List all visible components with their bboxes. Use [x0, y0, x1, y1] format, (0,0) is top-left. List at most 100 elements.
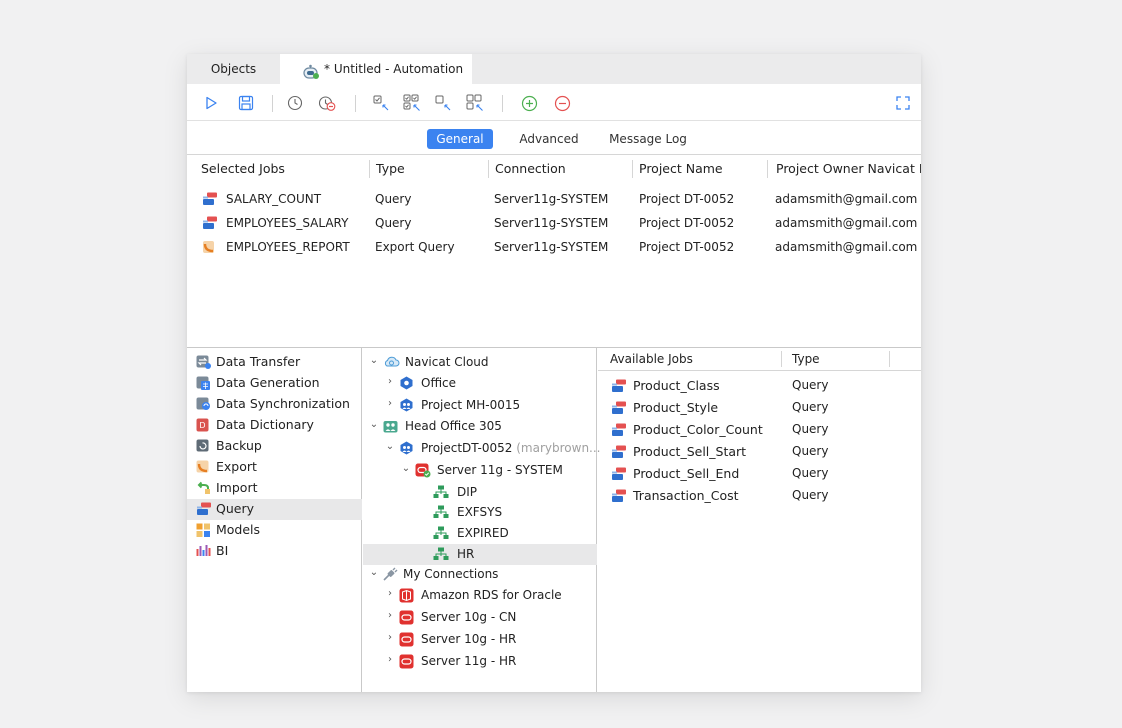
tree-node-schema-dip[interactable]: DIP: [363, 482, 597, 503]
col-project-owner[interactable]: Project Owner Navicat ID: [776, 161, 921, 176]
chevron-down-icon[interactable]: ⌄: [369, 419, 379, 433]
tab-automation-label: * Untitled - Automation: [324, 62, 464, 76]
tree-node-server11g-system[interactable]: ⌄ Server 11g - SYSTEM: [363, 460, 597, 481]
job-type: Query: [375, 192, 412, 206]
chevron-right-icon[interactable]: ›: [385, 588, 395, 602]
delete-schedule-icon[interactable]: [317, 93, 337, 113]
select-all-jobs-icon[interactable]: [402, 93, 422, 113]
category-query[interactable]: Query: [187, 499, 362, 520]
column-divider[interactable]: [632, 160, 633, 178]
column-divider[interactable]: [767, 160, 768, 178]
tree-label: HR: [457, 547, 475, 561]
chevron-right-icon[interactable]: ›: [385, 398, 395, 412]
job-type: Query: [792, 378, 829, 392]
tree-node-office[interactable]: › Office: [363, 373, 597, 394]
list-item[interactable]: Transaction_Cost Query: [598, 485, 921, 507]
list-item[interactable]: Product_Sell_Start Query: [598, 441, 921, 463]
tree-label: Server 10g - HR: [421, 632, 517, 646]
tree-node-navicat-cloud[interactable]: ⌄ Navicat Cloud: [363, 352, 597, 373]
category-data-generation[interactable]: Data Generation: [187, 373, 362, 394]
column-divider[interactable]: [488, 160, 489, 178]
select-job-icon[interactable]: [371, 93, 391, 113]
table-row[interactable]: SALARY_COUNT Query Server11g-SYSTEM Proj…: [187, 188, 921, 212]
col-available-jobs[interactable]: Available Jobs: [610, 348, 693, 370]
chevron-right-icon[interactable]: ›: [385, 610, 395, 624]
job-name: Product_Style: [633, 400, 719, 415]
schema-icon: [433, 505, 449, 522]
tree-node-schema-exfsys[interactable]: EXFSYS: [363, 502, 597, 523]
column-divider[interactable]: [889, 351, 890, 367]
list-item[interactable]: Product_Class Query: [598, 375, 921, 397]
col-connection[interactable]: Connection: [495, 161, 566, 176]
list-item[interactable]: Product_Style Query: [598, 397, 921, 419]
save-icon[interactable]: [236, 93, 256, 113]
chevron-down-icon[interactable]: ⌄: [385, 441, 395, 455]
project-name: ProjectDT-0052: [421, 441, 513, 455]
run-icon[interactable]: [201, 93, 221, 113]
tree-label: My Connections: [403, 567, 499, 581]
category-label: Query: [216, 501, 254, 516]
tree-node-head-office[interactable]: ⌄ Head Office 305: [363, 416, 597, 437]
fullscreen-icon[interactable]: [893, 93, 913, 113]
table-row[interactable]: EMPLOYEES_SALARY Query Server11g-SYSTEM …: [187, 212, 921, 236]
deselect-job-icon[interactable]: [433, 93, 453, 113]
col-type[interactable]: Type: [376, 161, 405, 176]
chevron-down-icon[interactable]: ⌄: [401, 463, 411, 477]
tree-label: Server 10g - CN: [421, 610, 517, 624]
job-type: Export Query: [375, 240, 455, 254]
tree-label: EXPIRED: [457, 526, 509, 540]
column-divider[interactable]: [369, 160, 370, 178]
chevron-down-icon[interactable]: ⌄: [369, 355, 379, 369]
category-data-dictionary[interactable]: D Data Dictionary: [187, 415, 362, 436]
schema-icon: [433, 485, 449, 502]
plug-icon: [383, 567, 399, 584]
category-export[interactable]: Export: [187, 457, 362, 478]
chevron-down-icon[interactable]: ⌄: [369, 567, 379, 581]
col-selected-jobs[interactable]: Selected Jobs: [201, 161, 285, 176]
job-type: Query: [375, 216, 412, 230]
category-data-synchronization[interactable]: Data Synchronization: [187, 394, 362, 415]
category-data-transfer[interactable]: Data Transfer: [187, 352, 362, 373]
job-name: Transaction_Cost: [633, 488, 739, 503]
add-icon[interactable]: [519, 93, 539, 113]
column-divider[interactable]: [781, 351, 782, 367]
tree-label: Server 11g - SYSTEM: [437, 463, 563, 477]
tree-node-server11g-hr[interactable]: › Server 11g - HR: [363, 651, 597, 672]
tree-node-my-connections[interactable]: ⌄ My Connections: [363, 564, 597, 585]
bi-icon: [196, 544, 211, 561]
schedule-icon[interactable]: [285, 93, 305, 113]
tree-node-project-dt[interactable]: ⌄ ProjectDT-0052 (marybrown...: [363, 438, 601, 459]
table-row[interactable]: EMPLOYEES_REPORT Export Query Server11g-…: [187, 236, 921, 260]
col-project-name[interactable]: Project Name: [639, 161, 723, 176]
category-backup[interactable]: Backup: [187, 436, 362, 457]
tree-node-schema-expired[interactable]: EXPIRED: [363, 523, 597, 544]
selected-jobs-header: Selected Jobs Type Connection Project Na…: [187, 156, 921, 181]
job-project: Project DT-0052: [639, 192, 735, 206]
tree-node-schema-hr[interactable]: HR: [363, 544, 597, 565]
chevron-right-icon[interactable]: ›: [385, 654, 395, 668]
list-item[interactable]: Product_Sell_End Query: [598, 463, 921, 485]
chevron-right-icon[interactable]: ›: [385, 632, 395, 646]
tab-objects[interactable]: Objects: [187, 54, 280, 84]
tree-node-amazon-rds[interactable]: › Amazon RDS for Oracle: [363, 585, 597, 606]
header-divider: [598, 370, 921, 371]
job-type: Query: [792, 400, 829, 414]
chevron-right-icon[interactable]: ›: [385, 376, 395, 390]
tree-node-server10g-hr[interactable]: › Server 10g - HR: [363, 629, 597, 650]
subtab-general[interactable]: General: [427, 129, 493, 149]
subtab-advanced[interactable]: Advanced: [514, 129, 584, 149]
tab-automation[interactable]: * Untitled - Automation: [280, 54, 472, 84]
col-job-type[interactable]: Type: [792, 348, 820, 370]
category-label: BI: [216, 543, 229, 558]
deselect-all-jobs-icon[interactable]: [465, 93, 485, 113]
job-name: Product_Sell_Start: [633, 444, 747, 459]
remove-icon[interactable]: [552, 93, 572, 113]
list-item[interactable]: Product_Color_Count Query: [598, 419, 921, 441]
tree-node-server10g-cn[interactable]: › Server 10g - CN: [363, 607, 597, 628]
toolbar-separator: [502, 95, 503, 112]
category-models[interactable]: Models: [187, 520, 362, 541]
category-import[interactable]: Import: [187, 478, 362, 499]
category-bi[interactable]: BI: [187, 541, 362, 562]
tree-node-project-mh[interactable]: › Project MH-0015: [363, 395, 597, 416]
subtab-message-log[interactable]: Message Log: [605, 129, 691, 149]
